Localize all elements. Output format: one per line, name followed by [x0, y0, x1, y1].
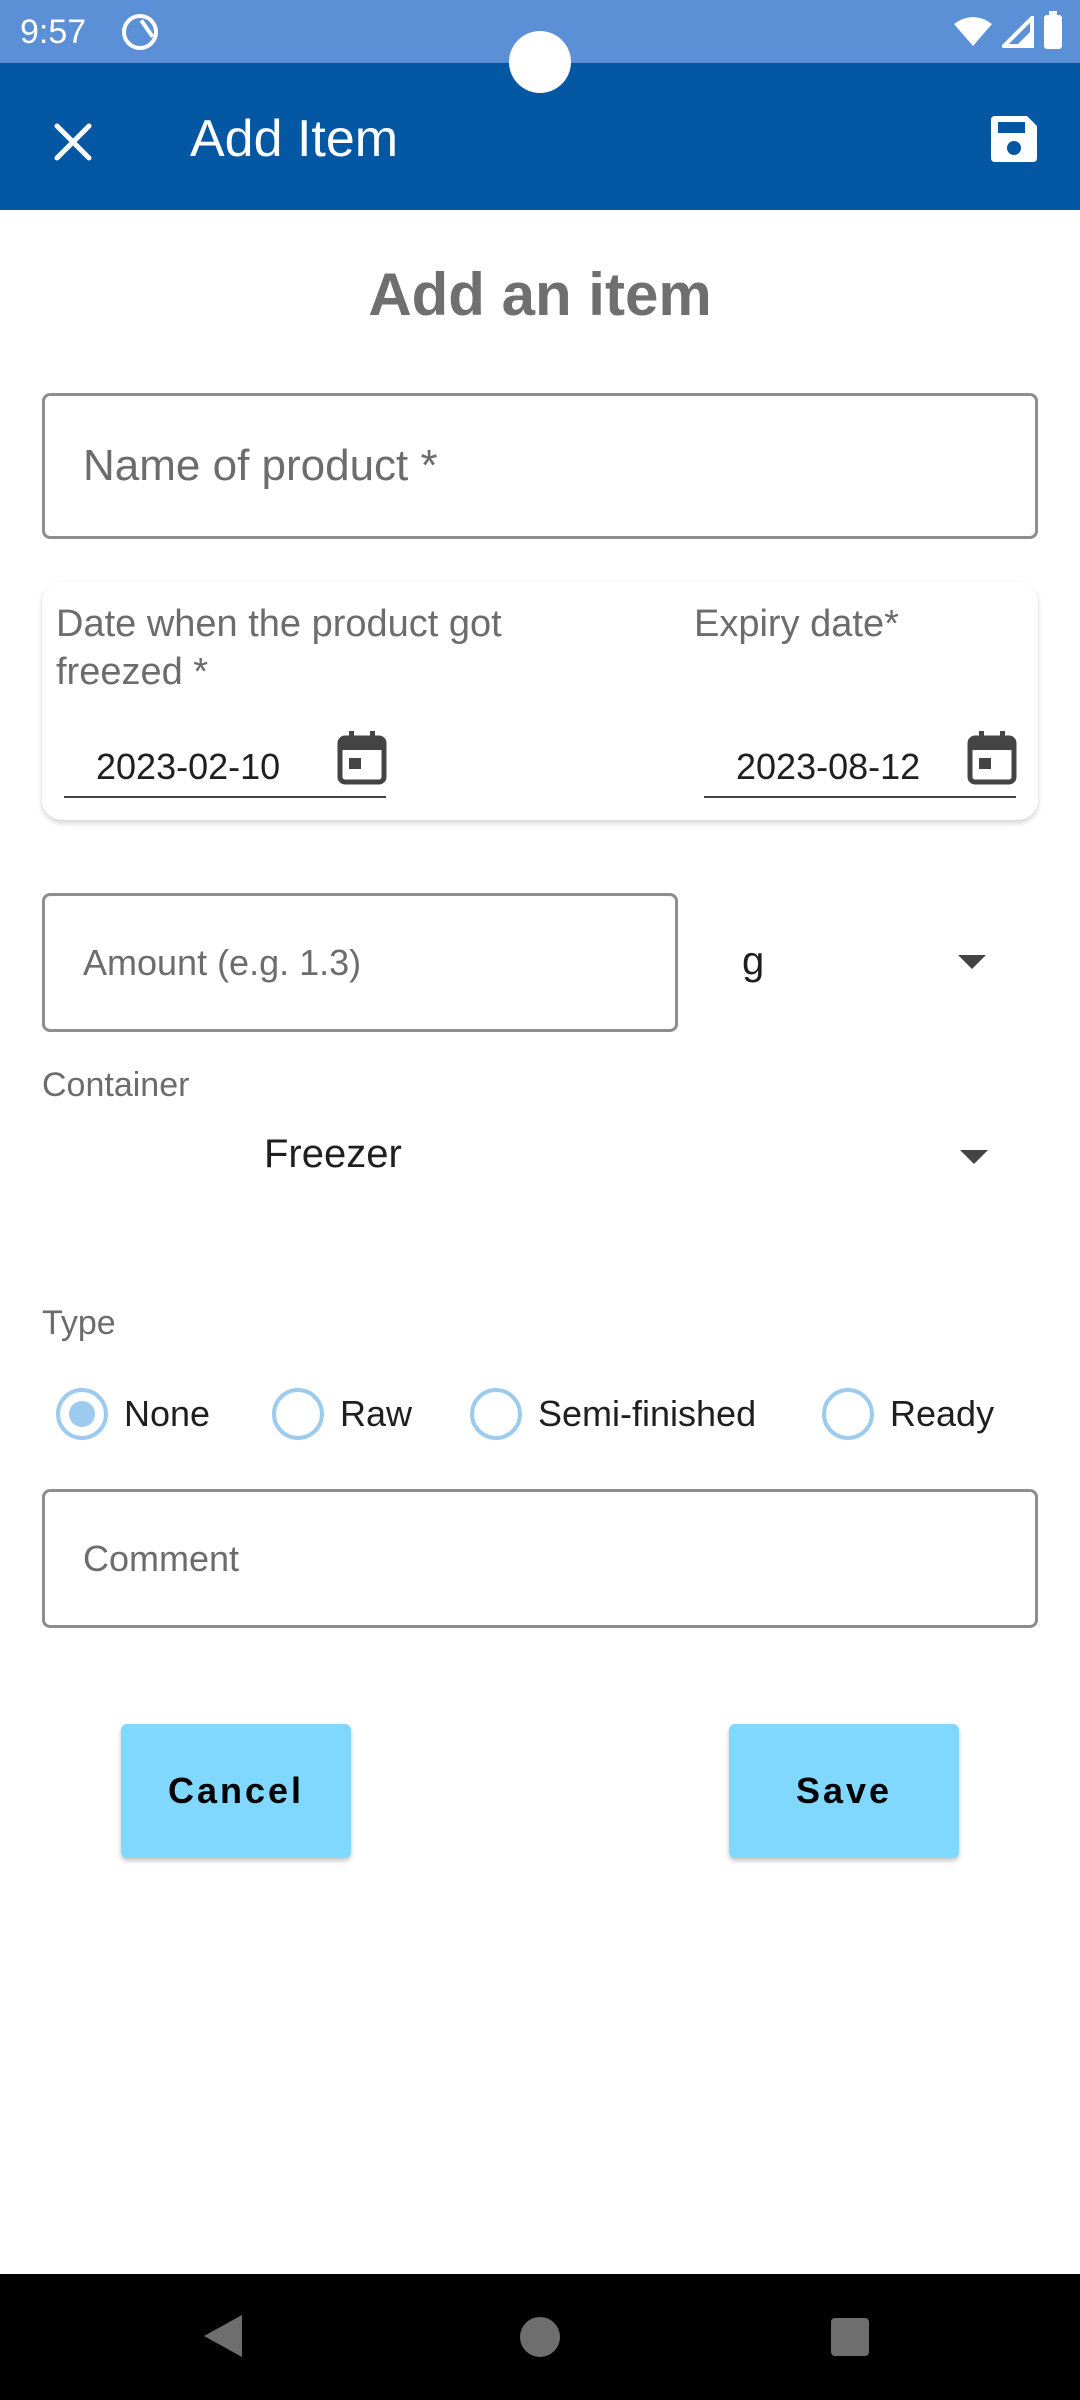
battery-icon	[1044, 11, 1062, 49]
product-name-field[interactable]	[42, 393, 1038, 539]
container-dropdown[interactable]: Freezer	[42, 1118, 1038, 1198]
radio-checked-icon	[56, 1388, 108, 1440]
container-label: Container	[42, 1066, 190, 1104]
navigation-bar	[0, 2274, 1080, 2400]
radio-unchecked-icon	[470, 1388, 522, 1440]
floppy-disk-icon	[991, 116, 1037, 162]
freeze-date-label: Date when the product got freezed *	[56, 603, 502, 693]
form-heading: Add an item	[368, 261, 712, 328]
comment-input[interactable]	[45, 1492, 1035, 1625]
product-name-input[interactable]	[45, 396, 1035, 536]
calendar-icon[interactable]	[336, 730, 388, 786]
radio-unchecked-icon	[822, 1388, 874, 1440]
radio-unchecked-icon	[272, 1388, 324, 1440]
freeze-date-field[interactable]: 2023-02-10	[64, 730, 388, 798]
radio-semi-finished[interactable]: Semi-finished	[470, 1384, 756, 1444]
freeze-date-value: 2023-02-10	[96, 746, 281, 787]
dropdown-arrow-icon	[958, 955, 986, 969]
expiry-date-value: 2023-08-12	[736, 746, 921, 787]
status-time: 9:57	[20, 13, 87, 51]
container-value: Freezer	[264, 1132, 402, 1176]
home-icon[interactable]	[520, 2317, 560, 2357]
calendar-icon[interactable]	[966, 730, 1018, 786]
camera-cutout	[509, 31, 571, 93]
back-icon[interactable]	[204, 2315, 242, 2357]
amount-input[interactable]	[45, 896, 675, 1029]
unit-dropdown[interactable]: g	[690, 893, 1038, 1032]
radio-ready[interactable]: Ready	[822, 1384, 994, 1444]
close-icon	[54, 123, 92, 161]
recents-icon[interactable]	[831, 2318, 869, 2356]
radio-label: Raw	[340, 1393, 413, 1434]
signal-icon	[1002, 16, 1034, 48]
radio-label: None	[124, 1393, 211, 1434]
comment-field[interactable]	[42, 1489, 1038, 1628]
save-toolbar-button[interactable]	[984, 109, 1044, 169]
radio-none[interactable]: None	[56, 1384, 210, 1444]
radio-label: Ready	[890, 1393, 995, 1434]
wifi-icon	[954, 17, 992, 46]
at-sign-icon	[122, 14, 158, 50]
expiry-date-label: Expiry date*	[694, 603, 899, 645]
dropdown-arrow-icon	[960, 1150, 988, 1164]
amount-field[interactable]	[42, 893, 678, 1032]
unit-value: g	[742, 939, 765, 983]
expiry-date-field[interactable]: 2023-08-12	[704, 730, 1018, 798]
close-button[interactable]	[42, 111, 104, 173]
type-label: Type	[42, 1304, 116, 1342]
dates-card: Date when the product got freezed * Expi…	[42, 582, 1038, 820]
cancel-button[interactable]: Cancel	[121, 1724, 351, 1858]
radio-label: Semi-finished	[538, 1393, 757, 1434]
app-title: Add Item	[190, 110, 399, 168]
radio-raw[interactable]: Raw	[272, 1384, 412, 1444]
status-icons	[954, 11, 1062, 52]
save-button[interactable]: Save	[729, 1724, 959, 1858]
